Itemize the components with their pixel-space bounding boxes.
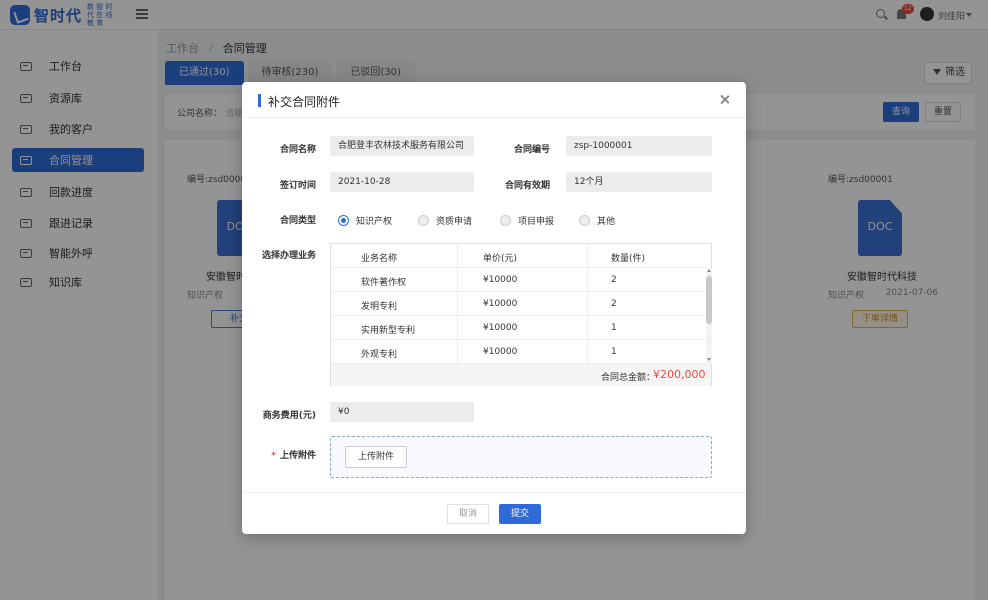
cell-price: ¥10000	[483, 275, 518, 285]
business-fee-field: ¥0	[330, 402, 474, 422]
radio-project-declaration[interactable]: 项目申报	[500, 214, 554, 227]
contract-name-field: 合肥登丰农林技术服务有限公司	[330, 136, 474, 156]
column-header-quantity: 数量(件)	[611, 254, 646, 264]
cell-price: ¥10000	[483, 299, 518, 309]
dialog-title: 补交合同附件	[268, 95, 341, 109]
table-header: 业务名称 单价(元) 数量(件)	[331, 244, 707, 268]
radio-label: 资质申请	[436, 217, 473, 227]
scroll-down-arrow-icon[interactable]	[707, 358, 711, 361]
validity-label: 合同有效期	[504, 181, 550, 191]
scroll-up-arrow-icon[interactable]	[707, 269, 711, 272]
cell-price: ¥10000	[483, 323, 518, 333]
contract-no-field: zsp-1000001	[566, 136, 712, 156]
total-amount-label: 合同总金额：	[601, 373, 656, 383]
cell-quantity: 2	[611, 299, 617, 309]
business-fee-label: 商务费用(元)	[262, 411, 316, 421]
sign-time-label: 签订时间	[279, 181, 316, 191]
upload-dropzone[interactable]: 上传附件	[330, 436, 712, 478]
validity-field: 12个月	[566, 172, 712, 192]
title-accent-bar	[258, 94, 261, 107]
column-header-price: 单价(元)	[483, 254, 518, 264]
table-row[interactable]: 发明专利 ¥10000 2	[331, 292, 707, 316]
table-row[interactable]: 外观专利 ¥10000 1	[331, 340, 707, 364]
cell-business-name: 实用新型专利	[361, 326, 416, 336]
radio-unchecked-icon	[418, 215, 429, 226]
radio-other[interactable]: 其他	[579, 214, 615, 227]
upload-attachment-button[interactable]: 上传附件	[345, 446, 407, 468]
radio-unchecked-icon	[500, 215, 511, 226]
business-select-label: 选择办理业务	[261, 251, 316, 261]
total-amount-value: ¥200,000	[653, 368, 706, 381]
sign-time-field: 2021-10-28	[330, 172, 474, 192]
radio-unchecked-icon	[579, 215, 590, 226]
upload-label-text: 上传附件	[279, 451, 316, 461]
cell-business-name: 外观专利	[361, 350, 398, 360]
supplement-attachment-dialog: 补交合同附件 合同名称 合肥登丰农林技术服务有限公司 合同编号 zsp-1000…	[242, 82, 746, 534]
radio-intellectual-property[interactable]: 知识产权	[338, 214, 392, 227]
contract-no-label: 合同编号	[513, 145, 550, 155]
cell-quantity: 2	[611, 275, 617, 285]
submit-button[interactable]: 提交	[499, 504, 541, 524]
column-header-name: 业务名称	[361, 254, 398, 264]
dialog-footer: 取消 提交	[242, 492, 746, 534]
upload-attachment-label: * 上传附件	[250, 448, 316, 461]
cell-business-name: 发明专利	[361, 302, 398, 312]
table-row[interactable]: 实用新型专利 ¥10000 1	[331, 316, 707, 340]
close-icon[interactable]	[719, 94, 731, 106]
radio-label: 项目申报	[518, 217, 555, 227]
required-asterisk: *	[271, 451, 276, 461]
table-row[interactable]: 软件著作权 ¥10000 2	[331, 268, 707, 292]
radio-label: 其他	[597, 217, 616, 227]
radio-label: 知识产权	[356, 217, 393, 227]
radio-qualification[interactable]: 资质申请	[418, 214, 472, 227]
contract-name-label: 合同名称	[279, 145, 316, 155]
scrollbar-thumb[interactable]	[706, 276, 712, 324]
contract-type-label: 合同类型	[279, 216, 316, 226]
dialog-header: 补交合同附件	[242, 82, 746, 118]
total-amount-row: 合同总金额： ¥200,000	[331, 364, 711, 386]
cell-business-name: 软件著作权	[361, 278, 407, 288]
radio-checked-icon	[338, 215, 349, 226]
cancel-button[interactable]: 取消	[447, 504, 489, 524]
cell-price: ¥10000	[483, 347, 518, 357]
cell-quantity: 1	[611, 347, 617, 357]
cell-quantity: 1	[611, 323, 617, 333]
business-table: 业务名称 单价(元) 数量(件) 软件著作权 ¥10000 2 发明专利 ¥10…	[330, 243, 712, 386]
